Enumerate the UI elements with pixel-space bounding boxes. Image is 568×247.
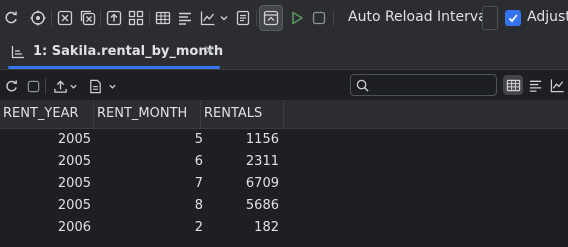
chart-icon[interactable] — [198, 8, 218, 28]
search-icon — [355, 78, 369, 92]
adjust-label: Adjust — [527, 9, 568, 25]
pin-toggle-button[interactable] — [259, 5, 283, 31]
cell-rent-month[interactable]: 7 — [96, 173, 208, 195]
cell-rent-month[interactable]: 6 — [96, 151, 208, 173]
export-icon[interactable] — [104, 8, 124, 28]
target-icon[interactable] — [28, 8, 48, 28]
cell-rent-month[interactable]: 2 — [96, 217, 208, 239]
column-header-rent-month[interactable]: RENT_MONTH — [94, 100, 201, 128]
table-row[interactable]: 2005 5 1156 — [0, 129, 568, 151]
stop-icon[interactable] — [309, 8, 329, 28]
chart-icon[interactable] — [548, 76, 566, 94]
cell-rent-year[interactable]: 2005 — [0, 173, 96, 195]
active-tab-indicator — [8, 66, 220, 69]
close-all-icon[interactable] — [78, 8, 98, 28]
tab-bar: 1: Sakila.rental_by_month × — [0, 36, 568, 70]
cell-rentals[interactable]: 1156 — [208, 129, 284, 151]
result-table: RENT_YEAR RENT_MONTH RENTALS 2005 5 1156… — [0, 100, 568, 247]
tab-rental-by-month[interactable]: 1: Sakila.rental_by_month × — [0, 36, 228, 69]
run-icon[interactable] — [287, 8, 307, 28]
cell-rentals[interactable]: 2311 — [208, 151, 284, 173]
auto-reload-interval-input[interactable] — [482, 6, 498, 30]
cell-rentals[interactable]: 182 — [208, 217, 284, 239]
cell-rent-year[interactable]: 2005 — [0, 129, 96, 151]
auto-reload-label: Auto Reload Interval: — [348, 9, 496, 25]
search-input[interactable] — [373, 76, 491, 94]
cancel-icon[interactable] — [55, 8, 75, 28]
toolbar-separator — [45, 78, 46, 94]
chevron-down-icon[interactable] — [68, 81, 78, 91]
column-header-rent-year[interactable]: RENT_YEAR — [0, 100, 94, 128]
result-toolbar — [0, 70, 568, 100]
cell-rent-month[interactable]: 5 — [96, 129, 208, 151]
column-header-rentals[interactable]: RENTALS — [201, 100, 284, 128]
toolbar-separator — [333, 10, 334, 26]
refresh-icon[interactable] — [1, 8, 21, 28]
list-icon[interactable] — [175, 8, 195, 28]
cell-rent-month[interactable]: 8 — [96, 195, 208, 217]
table-row[interactable]: 2005 7 6709 — [0, 173, 568, 195]
toolbar-separator — [149, 10, 150, 26]
search-box[interactable] — [350, 74, 497, 96]
tab-close-icon[interactable]: × — [203, 41, 216, 59]
toolbar-separator — [256, 10, 257, 26]
upload-icon[interactable] — [51, 77, 69, 95]
cell-rent-year[interactable]: 2005 — [0, 151, 96, 173]
table-header: RENT_YEAR RENT_MONTH RENTALS — [0, 100, 568, 129]
layout-icon[interactable] — [126, 8, 146, 28]
chevron-down-icon[interactable] — [218, 12, 230, 24]
adjust-checkbox[interactable] — [505, 10, 521, 26]
stop-icon[interactable] — [24, 77, 42, 95]
chevron-down-icon[interactable] — [107, 81, 117, 91]
chart-icon — [10, 44, 26, 60]
document-icon[interactable] — [86, 77, 104, 95]
cell-rent-year[interactable]: 2005 — [0, 195, 96, 217]
refresh-icon[interactable] — [2, 77, 20, 95]
toolbar-separator — [100, 10, 101, 26]
cell-rent-year[interactable]: 2006 — [0, 217, 96, 239]
list-icon[interactable] — [526, 76, 544, 94]
table-view-icon[interactable] — [153, 8, 173, 28]
toolbar-separator — [51, 10, 52, 26]
table-row[interactable]: 2005 8 5686 — [0, 195, 568, 217]
table-view-icon — [506, 79, 520, 91]
toolbar: Auto Reload Interval: Adjust — [0, 0, 568, 36]
document-icon[interactable] — [233, 8, 253, 28]
cell-rentals[interactable]: 5686 — [208, 195, 284, 217]
grid-view-toggle[interactable] — [503, 75, 523, 95]
table-row[interactable]: 2006 2 182 — [0, 217, 568, 239]
checkmark-icon — [508, 14, 518, 23]
cell-rentals[interactable]: 6709 — [208, 173, 284, 195]
tab-label: 1: Sakila.rental_by_month — [33, 44, 224, 59]
table-row[interactable]: 2005 6 2311 — [0, 151, 568, 173]
pin-icon — [263, 10, 279, 26]
